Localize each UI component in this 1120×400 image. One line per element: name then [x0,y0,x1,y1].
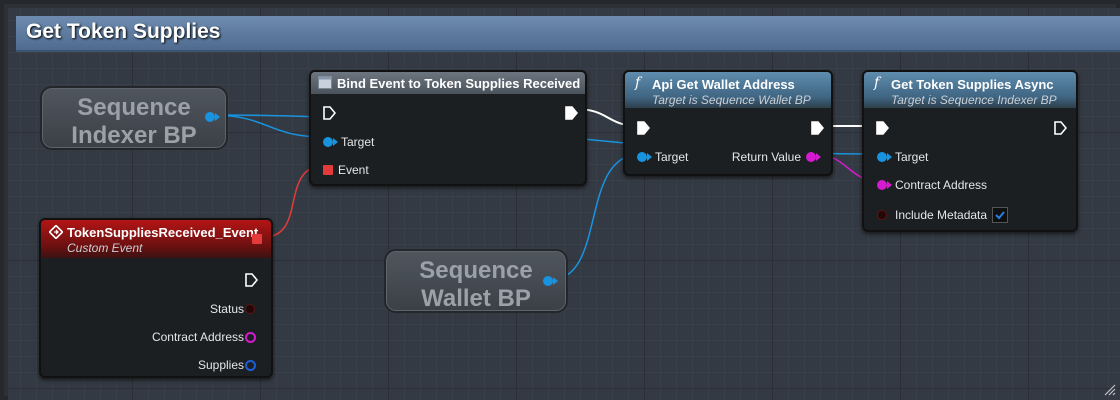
custom-event-node[interactable]: TokenSuppliesReceived_Event Custom Event… [39,218,273,378]
wallet-label-line2: Wallet BP [421,285,531,312]
graph-title: Get Token Supplies [26,20,221,43]
custom-event-title: TokenSuppliesReceived_Event [67,225,259,240]
api-wallet-exec-out-pin[interactable] [811,121,824,135]
api-wallet-header: f Api Get Wallet Address Target is Seque… [625,72,831,108]
indexer-label-line1: Sequence [77,94,191,121]
api-wallet-return-label: Return Value [731,150,801,164]
token-supplies-exec-out-pin[interactable] [1054,121,1067,135]
bind-event-title: Bind Event to Token Supplies Received [337,76,581,91]
custom-event-delegate-out-pin[interactable] [252,234,262,244]
api-get-wallet-address-node[interactable]: f Api Get Wallet Address Target is Seque… [623,70,833,176]
token-supplies-subtitle: Target is Sequence Indexer BP [891,93,1057,107]
api-wallet-target-label: Target [655,150,689,164]
bind-event-exec-out-pin[interactable] [565,106,578,120]
custom-event-status-pin[interactable] [245,304,255,314]
indexer-variable-label: Sequence Indexer BP [42,94,226,150]
get-token-supplies-async-node[interactable]: f Get Token Supplies Async Target is Seq… [862,70,1078,232]
token-supplies-target-label: Target [895,150,929,164]
custom-event-header: TokenSuppliesReceived_Event Custom Event [41,220,271,258]
indexer-output-pin[interactable] [205,112,220,122]
token-supplies-exec-in-pin[interactable] [876,121,889,135]
api-wallet-return-pin[interactable] [806,152,821,162]
custom-event-contract-label: Contract Address [151,330,244,344]
checkmark-icon [995,211,1005,220]
bind-event-event-label: Event [338,163,369,177]
bind-event-node[interactable]: Bind Event to Token Supplies Received Ta… [309,70,587,186]
custom-event-contract-pin[interactable] [245,332,256,343]
include-metadata-checkbox[interactable] [992,207,1008,223]
wallet-variable-label: Sequence Wallet BP [386,257,566,313]
wire-indexer-to-bind-target [211,114,325,138]
indexer-label-line2: Indexer BP [71,122,197,149]
event-diamond-icon [49,225,63,239]
api-wallet-exec-in-pin[interactable] [637,121,650,135]
function-icon: f [874,75,880,91]
bind-event-header: Bind Event to Token Supplies Received [311,72,585,94]
api-wallet-title: Api Get Wallet Address [652,77,795,92]
sequence-indexer-variable[interactable]: Sequence Indexer BP [40,86,228,150]
blueprint-canvas[interactable]: Get Token Supplies Sequence Indexer BP S… [8,8,1120,400]
resize-grip-icon[interactable] [1102,382,1116,396]
custom-event-status-label: Status [209,302,244,316]
sequence-wallet-variable[interactable]: Sequence Wallet BP [384,249,568,313]
wallet-label-line1: Sequence [419,257,533,284]
function-icon: f [635,75,641,91]
token-supplies-contract-pin[interactable] [877,180,892,190]
bind-event-target-pin[interactable] [323,137,338,147]
custom-event-supplies-label: Supplies [197,358,244,372]
bind-event-exec-in-pin[interactable] [323,106,336,120]
bind-event-delegate-pin[interactable] [323,165,333,175]
token-supplies-metadata-label: Include Metadata [895,208,988,222]
api-wallet-subtitle: Target is Sequence Wallet BP [652,93,811,107]
custom-event-subtitle: Custom Event [67,241,143,255]
custom-event-exec-out-pin[interactable] [245,273,258,287]
api-wallet-target-pin[interactable] [637,152,652,162]
token-supplies-target-pin[interactable] [877,152,892,162]
event-binding-icon [318,76,332,89]
blueprint-graph-frame: Get Token Supplies Sequence Indexer BP S… [0,0,1120,400]
token-supplies-title: Get Token Supplies Async [891,77,1054,92]
graph-title-bar: Get Token Supplies [16,16,1120,52]
token-supplies-metadata-pin[interactable] [877,210,887,220]
custom-event-supplies-pin[interactable] [245,360,256,371]
token-supplies-contract-label: Contract Address [895,178,988,192]
wallet-output-pin[interactable] [543,276,558,286]
bind-event-target-label: Target [341,135,375,149]
token-supplies-header: f Get Token Supplies Async Target is Seq… [864,72,1076,108]
